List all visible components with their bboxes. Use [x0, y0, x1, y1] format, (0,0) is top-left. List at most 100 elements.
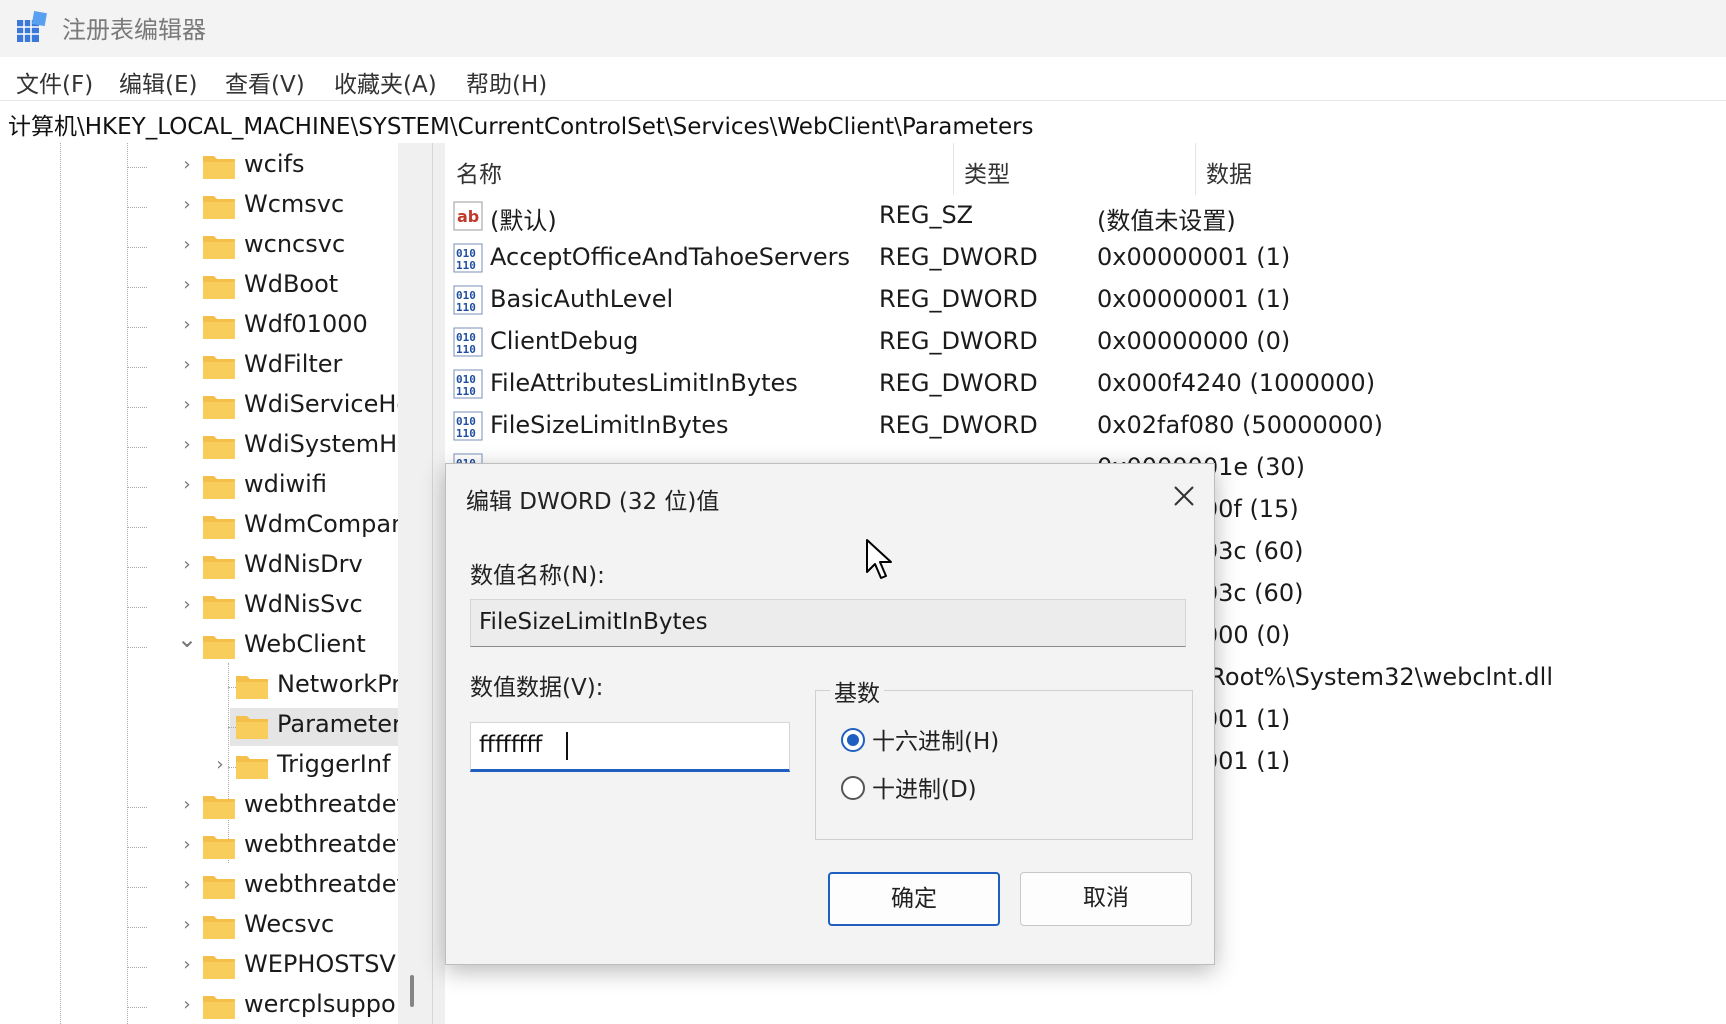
- tree-item[interactable]: › wcifs: [0, 148, 400, 186]
- chevron-right-icon[interactable]: ›: [177, 234, 197, 256]
- column-header-data[interactable]: 数据: [1195, 143, 1725, 195]
- tree-connector: [127, 367, 147, 368]
- chevron-right-icon[interactable]: ›: [177, 314, 197, 336]
- column-header-type[interactable]: 类型: [953, 143, 1196, 195]
- chevron-right-icon[interactable]: ›: [177, 994, 197, 1016]
- chevron-right-icon[interactable]: ›: [177, 594, 197, 616]
- radio-hex[interactable]: [841, 728, 865, 752]
- cell-type: REG_DWORD: [879, 411, 1038, 439]
- tree-scrollbar-thumb[interactable]: [410, 975, 414, 1007]
- list-item[interactable]: ab (默认) REG_SZ (数值未设置): [445, 195, 1726, 237]
- folder-icon: [236, 676, 268, 699]
- tree-item[interactable]: › TriggerInf: [0, 748, 400, 786]
- tree-item[interactable]: › Wecsvc: [0, 908, 400, 946]
- folder-icon: [203, 516, 235, 539]
- tree-item[interactable]: Parameter: [0, 708, 402, 746]
- value-name-field: FileSizeLimitInBytes: [470, 599, 1186, 647]
- list-item[interactable]: 010 110 ClientDebug REG_DWORD 0x00000000 (0): [445, 321, 1726, 363]
- tree-item[interactable]: WdmCompani: [0, 508, 413, 546]
- column-header-name[interactable]: 名称: [445, 143, 954, 195]
- chevron-right-icon[interactable]: ›: [177, 474, 197, 496]
- chevron-right-icon[interactable]: ›: [177, 954, 197, 976]
- value-data-input[interactable]: ffffffff: [470, 722, 790, 772]
- tree-item[interactable]: › wercplsuppo: [0, 988, 400, 1024]
- list-item[interactable]: 010 110 BasicAuthLevel REG_DWORD 0x00000001 …: [445, 279, 1726, 321]
- radio-dec-label[interactable]: 十进制(D): [872, 770, 977, 804]
- tree-item[interactable]: › WdiServiceHo: [0, 388, 411, 426]
- tree-item[interactable]: › webthreatdef: [0, 828, 405, 866]
- tree-item[interactable]: › WdFilter: [0, 348, 400, 386]
- tree-item[interactable]: › WdNisSvc: [0, 588, 400, 626]
- radio-dec[interactable]: [841, 776, 865, 800]
- tree-item[interactable]: › webthreatdef: [0, 868, 405, 906]
- binary-value-icon: 010110: [453, 327, 483, 357]
- address-bar[interactable]: 计算机\HKEY_LOCAL_MACHINE\SYSTEM\CurrentCon…: [0, 100, 1726, 144]
- cell-data: (数值未设置): [1097, 207, 1236, 235]
- folder-icon: [236, 756, 268, 779]
- radio-hex-label[interactable]: 十六进制(H): [872, 722, 999, 756]
- cancel-button[interactable]: 取消: [1020, 872, 1192, 926]
- tree-item-label: Parameter: [277, 710, 402, 738]
- tree-connector: [127, 447, 147, 448]
- chevron-right-icon[interactable]: ›: [177, 154, 197, 176]
- value-name-label: 数值名称(N):: [470, 563, 605, 589]
- dialog-title: 编辑 DWORD (32 位)值: [466, 489, 720, 515]
- list-item[interactable]: 010 110 FileSizeLimitInBytes REG_DWORD 0x02f…: [445, 405, 1726, 447]
- chevron-right-icon[interactable]: ›: [177, 554, 197, 576]
- tree-item[interactable]: › webthreatdef: [0, 788, 405, 826]
- tree-item[interactable]: › Wdf01000: [0, 308, 400, 346]
- cell-type: REG_DWORD: [879, 369, 1038, 397]
- menu-favorites[interactable]: 收藏夹(A): [334, 65, 437, 99]
- tree-connector: [127, 607, 147, 608]
- chevron-right-icon[interactable]: ›: [177, 834, 197, 856]
- tree-item[interactable]: › WEPHOSTSV: [0, 948, 400, 986]
- tree-item[interactable]: › WdBoot: [0, 268, 400, 306]
- chevron-right-icon[interactable]: ›: [210, 754, 230, 776]
- tree-item[interactable]: NetworkPr: [0, 668, 402, 706]
- tree-item[interactable]: › WdiSystemHo: [0, 428, 412, 466]
- cell-data: 0x00000000 (0): [1097, 327, 1291, 355]
- tree-item-label: WdBoot: [244, 270, 339, 298]
- close-button[interactable]: [1164, 476, 1204, 516]
- base-groupbox: [815, 690, 1193, 840]
- menu-file[interactable]: 文件(F): [16, 65, 93, 99]
- pane-splitter[interactable]: [432, 143, 446, 1024]
- folder-icon: [203, 796, 235, 819]
- regedit-app-icon: [17, 11, 47, 42]
- chevron-right-icon[interactable]: ›: [177, 274, 197, 296]
- tree-item[interactable]: › wdiwifi: [0, 468, 400, 506]
- chevron-right-icon[interactable]: ›: [177, 914, 197, 936]
- tree-item-label: NetworkPr: [277, 670, 402, 698]
- list-item[interactable]: 010 110 FileAttributesLimitInBytes REG_DWOR…: [445, 363, 1726, 405]
- tree-connector: [127, 527, 147, 528]
- chevron-right-icon[interactable]: ›: [177, 794, 197, 816]
- tree-item[interactable]: ⌄ WebClient: [0, 627, 400, 666]
- chevron-down-icon[interactable]: ⌄: [177, 627, 197, 651]
- chevron-right-icon[interactable]: ›: [177, 874, 197, 896]
- tree-item-label: WdiSystemHo: [244, 430, 412, 458]
- chevron-right-icon[interactable]: ›: [177, 434, 197, 456]
- svg-text:110: 110: [456, 301, 476, 314]
- tree-connector: [127, 567, 147, 568]
- menu-view[interactable]: 查看(V): [225, 65, 305, 99]
- folder-icon: [203, 236, 235, 259]
- chevron-right-icon[interactable]: ›: [177, 354, 197, 376]
- tree-item-label: WdNisDrv: [244, 550, 363, 578]
- tree-item-label: wdiwifi: [244, 470, 327, 498]
- tree-item[interactable]: › wcncsvc: [0, 228, 400, 266]
- tree-item[interactable]: › WdNisDrv: [0, 548, 400, 586]
- value-data-label: 数值数据(V):: [470, 675, 604, 701]
- address-path[interactable]: 计算机\HKEY_LOCAL_MACHINE\SYSTEM\CurrentCon…: [8, 107, 1034, 141]
- chevron-right-icon[interactable]: ›: [177, 394, 197, 416]
- folder-icon: [236, 716, 268, 739]
- tree-connector: [127, 407, 147, 408]
- list-item[interactable]: 010 110 AcceptOfficeAndTahoeServers REG_DWO…: [445, 237, 1726, 279]
- chevron-right-icon[interactable]: ›: [177, 194, 197, 216]
- menu-help[interactable]: 帮助(H): [466, 65, 547, 99]
- menu-edit[interactable]: 编辑(E): [119, 65, 197, 99]
- tree-scrollbar[interactable]: [398, 143, 432, 1024]
- ok-button[interactable]: 确定: [828, 872, 1000, 926]
- cell-name: ClientDebug: [490, 327, 639, 355]
- tree-item[interactable]: › Wcmsvc: [0, 188, 400, 226]
- tree-connector: [127, 847, 147, 848]
